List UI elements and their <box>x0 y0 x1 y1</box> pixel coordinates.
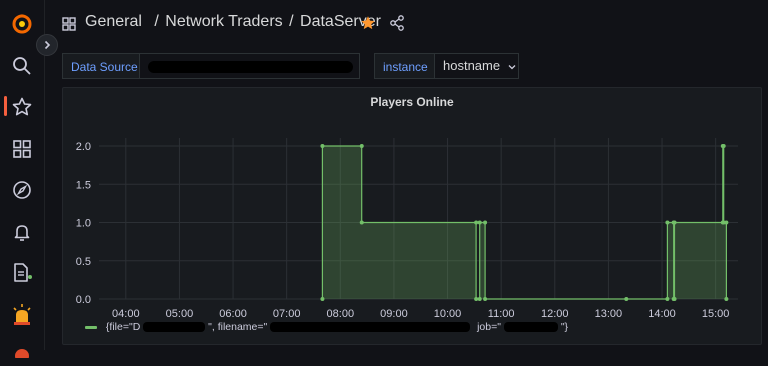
x-tick-label: 11:00 <box>488 308 515 320</box>
data-point <box>721 144 726 148</box>
data-point <box>474 220 479 225</box>
data-point <box>624 297 629 301</box>
data-point <box>672 297 677 301</box>
legend-label-part: job=" <box>477 321 501 334</box>
data-point <box>359 144 364 148</box>
y-tick-label: 1.0 <box>76 218 91 230</box>
data-point <box>665 220 670 225</box>
x-tick-label: 04:00 <box>112 308 140 320</box>
profile-icon[interactable] <box>0 336 44 366</box>
redacted-value <box>270 322 471 333</box>
data-point <box>665 297 670 301</box>
star-icon[interactable] <box>360 15 376 31</box>
y-tick-label: 0.5 <box>76 256 91 268</box>
data-point <box>483 220 488 225</box>
breadcrumb-folder[interactable]: Network Traders <box>165 13 282 30</box>
redacted-value <box>148 61 353 73</box>
expand-menu-button[interactable] <box>36 34 58 56</box>
redacted-value <box>143 322 206 333</box>
data-point <box>474 297 479 301</box>
breadcrumb-separator: / <box>154 13 159 30</box>
legend-label-part: "} <box>560 321 569 334</box>
x-tick-label: 15:00 <box>702 308 730 320</box>
starred-icon[interactable] <box>0 92 44 122</box>
reports-icon[interactable] <box>0 258 44 288</box>
x-tick-label: 05:00 <box>166 308 194 320</box>
y-tick-label: 2.0 <box>76 141 91 153</box>
y-tick-label: 0.0 <box>76 294 91 306</box>
data-source-select[interactable] <box>139 53 360 79</box>
x-tick-label: 07:00 <box>273 308 301 320</box>
data-point <box>724 220 729 225</box>
explore-icon[interactable] <box>0 175 44 205</box>
graph-panel[interactable]: Players Online 0.0 0.5 1.0 1.5 2.0 04:00 05:00… <box>62 87 762 345</box>
data-point <box>359 220 364 225</box>
y-tick-label: 1.5 <box>76 179 91 191</box>
share-icon[interactable] <box>389 15 405 31</box>
legend-swatch <box>85 325 97 329</box>
x-tick-label: 09:00 <box>380 308 408 320</box>
grafana-logo-icon[interactable] <box>0 9 44 39</box>
dashboard-grid-icon <box>62 17 76 31</box>
breadcrumb-general[interactable]: General <box>85 13 142 30</box>
x-tick-label: 08:00 <box>327 308 355 320</box>
x-tick-label: 06:00 <box>219 308 247 320</box>
chevron-down-icon <box>508 64 516 69</box>
x-tick-label: 14:00 <box>648 308 676 320</box>
legend-label-part: ", filename=" <box>208 321 268 334</box>
chart: 0.0 0.5 1.0 1.5 2.0 04:00 05:00 06:00 07:00 08:00… <box>76 138 738 320</box>
data-point <box>477 297 482 301</box>
search-icon[interactable] <box>0 51 44 81</box>
chevron-right-icon <box>44 40 51 50</box>
data-point <box>672 220 677 225</box>
data-point <box>320 144 325 148</box>
alerting-icon[interactable] <box>0 217 44 247</box>
data-point <box>724 297 729 301</box>
instance-value: hostname <box>443 58 501 73</box>
x-tick-label: 13:00 <box>595 308 623 320</box>
instance-label: instance <box>374 53 437 79</box>
legend-label-part: {file="D <box>105 321 141 334</box>
x-tick-label: 12:00 <box>541 308 569 320</box>
admin-icon[interactable] <box>0 300 44 330</box>
data-point <box>477 220 482 225</box>
x-tick-label: 10:00 <box>434 308 462 320</box>
redacted-value <box>503 322 558 333</box>
legend[interactable]: {file="D ", filename=" job=" "} <box>85 321 568 333</box>
instance-select[interactable]: hostname <box>434 53 519 79</box>
data-point <box>320 297 325 301</box>
breadcrumb-separator: / <box>289 13 294 30</box>
top-navbar: General / Network Traders / DataServer <box>44 0 768 46</box>
data-source-label: Data Source <box>62 53 147 79</box>
dashboards-icon[interactable] <box>0 134 44 164</box>
breadcrumb: General / Network Traders / DataServer <box>85 13 381 31</box>
data-point <box>483 297 488 301</box>
